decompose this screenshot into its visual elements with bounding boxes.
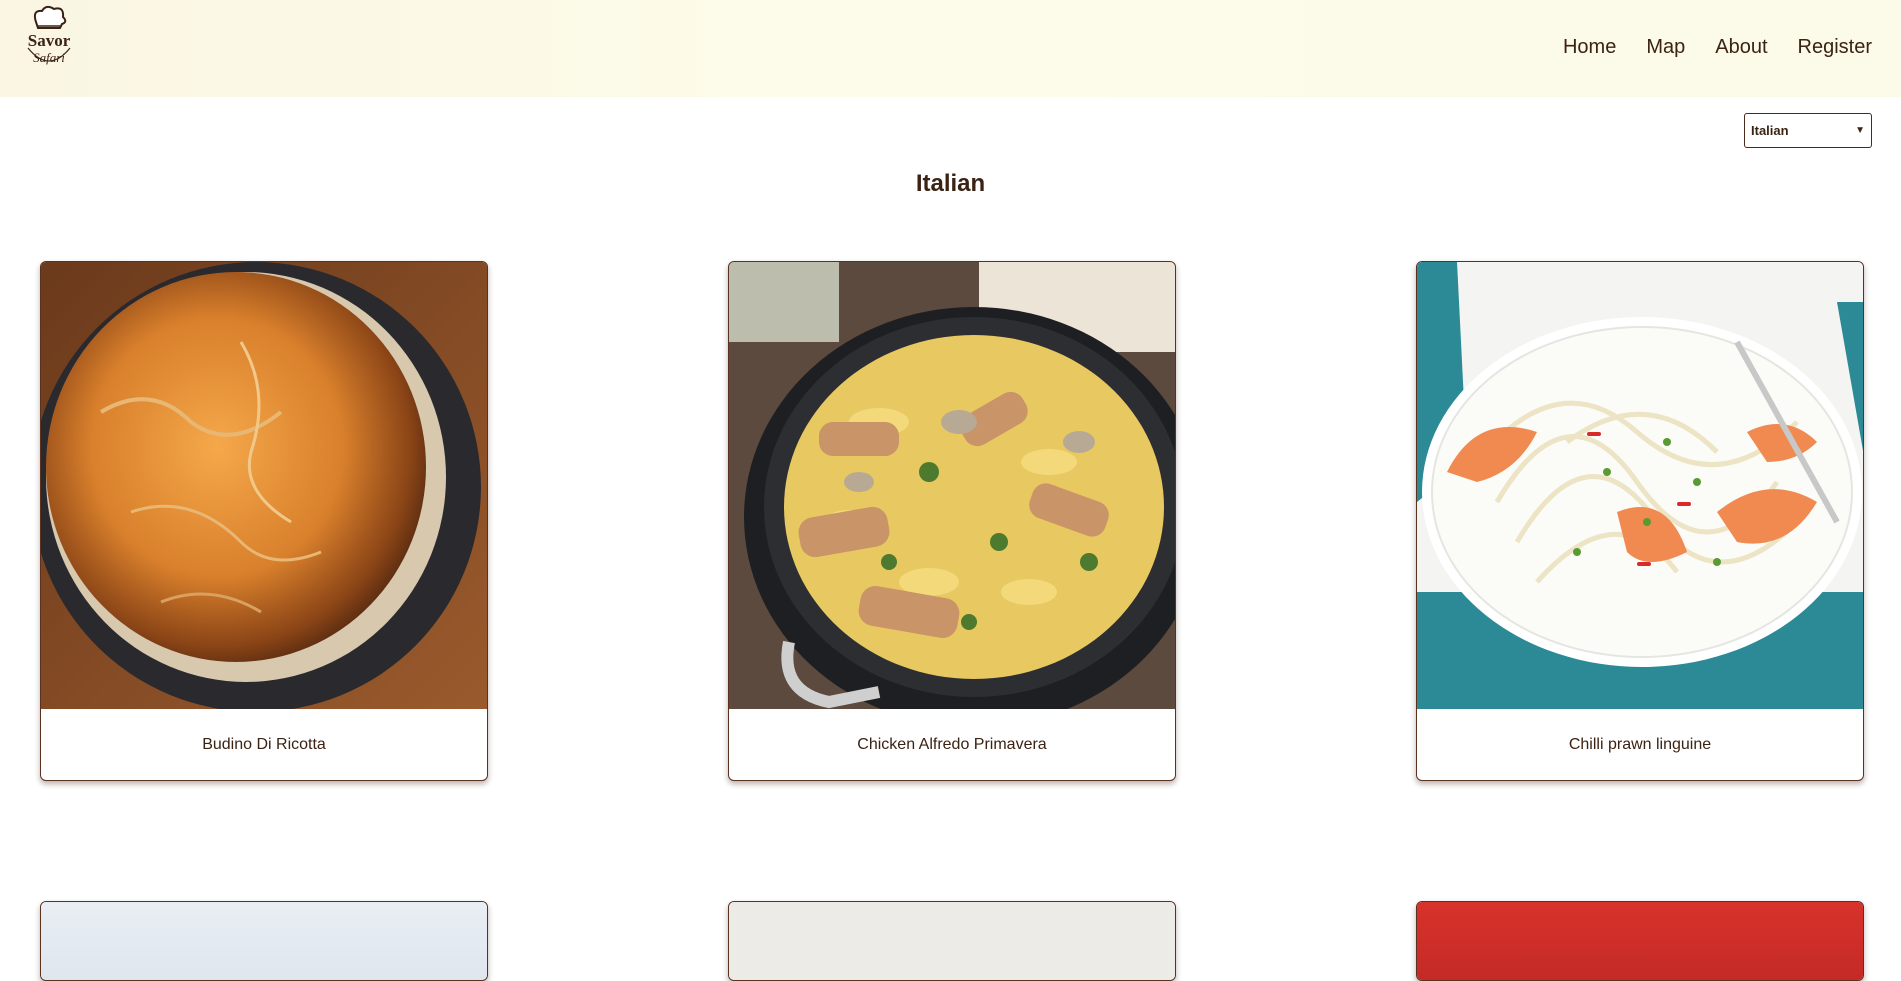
recipe-card-row2-2[interactable] <box>728 901 1176 981</box>
site-header: Savor Safari Home Map About Register <box>0 0 1901 97</box>
recipe-name: Chicken Alfredo Primavera <box>857 736 1047 753</box>
nav-about-link[interactable]: About <box>1715 36 1767 59</box>
recipe-card-chicken-alfredo[interactable]: Chicken Alfredo Primavera <box>728 261 1176 781</box>
recipe-photo <box>729 902 1175 980</box>
main-nav: Home Map About Register <box>1533 36 1872 59</box>
cuisine-select[interactable]: Italian ▼ <box>1744 113 1872 148</box>
recipe-card-row2-1[interactable] <box>40 901 488 981</box>
recipe-card-budino[interactable]: Budino Di Ricotta <box>40 261 488 781</box>
recipe-photo <box>41 262 487 709</box>
recipe-card-chilli-prawn[interactable]: Chilli prawn linguine <box>1416 261 1864 781</box>
nav-map-link[interactable]: Map <box>1646 36 1685 59</box>
page-title: Italian <box>915 170 986 197</box>
nav-home-link[interactable]: Home <box>1563 36 1616 59</box>
recipe-photo <box>1417 262 1863 709</box>
recipe-card-row2-3[interactable] <box>1416 901 1864 981</box>
recipe-photo <box>1417 902 1863 980</box>
recipe-photo <box>729 262 1175 709</box>
recipe-name: Chilli prawn linguine <box>1568 736 1712 753</box>
svg-text:Savor: Savor <box>28 31 71 50</box>
nav-register-link[interactable]: Register <box>1798 36 1872 59</box>
recipe-name: Budino Di Ricotta <box>202 736 326 753</box>
recipe-photo <box>41 902 487 980</box>
savor-safari-logo[interactable]: Savor Safari <box>18 4 80 74</box>
cuisine-select-value: Italian <box>1751 123 1789 138</box>
chevron-down-icon: ▼ <box>1855 125 1865 136</box>
